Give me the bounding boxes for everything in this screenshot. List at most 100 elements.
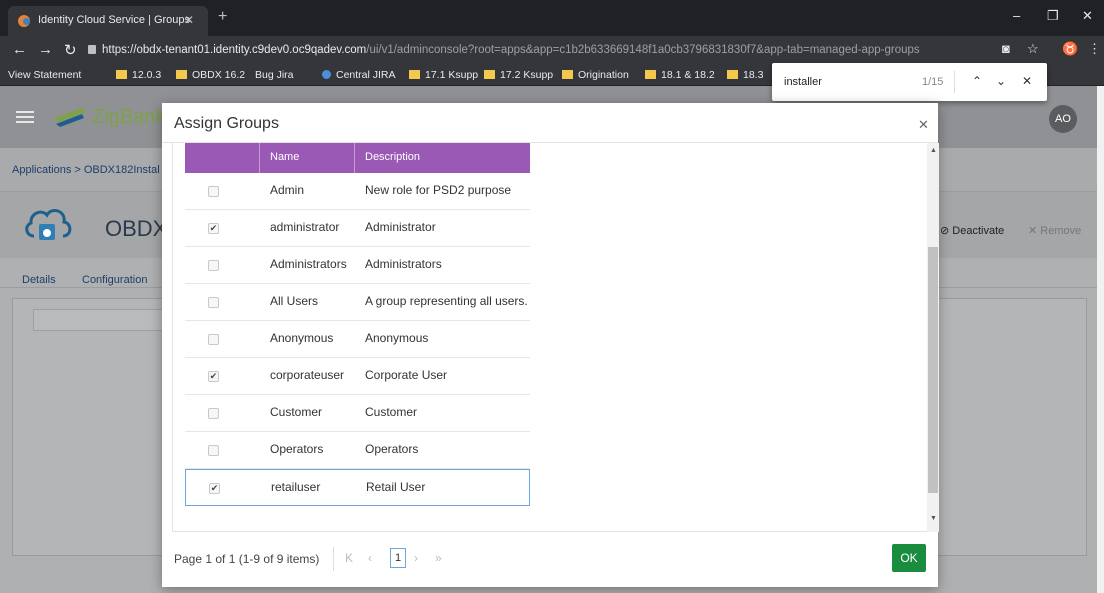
- incognito-icon[interactable]: ♉: [1062, 41, 1078, 57]
- dialog-header: Assign Groups ✕: [162, 103, 938, 143]
- table-row[interactable]: Admin New role for PSD2 purpose: [185, 173, 530, 210]
- table-row[interactable]: Operators Operators: [185, 432, 530, 469]
- chevron-up-icon[interactable]: ⌃: [972, 74, 982, 88]
- assign-groups-dialog: Assign Groups ✕ Name Description Admin Ne…: [162, 103, 939, 587]
- ok-button[interactable]: OK: [892, 544, 926, 572]
- remove-label: Remove: [1040, 225, 1082, 237]
- url-host: https://obdx-tenant01.identity.c9dev0.oc…: [102, 44, 367, 56]
- restore-icon[interactable]: ❐: [1047, 8, 1059, 24]
- back-icon[interactable]: ←: [12, 41, 27, 58]
- group-name: All Users: [270, 294, 319, 308]
- remove-button[interactable]: ✕ Remove: [1028, 224, 1081, 237]
- window-close-icon[interactable]: ✕: [1082, 8, 1093, 24]
- folder-icon: [116, 70, 127, 79]
- find-divider: [954, 71, 955, 93]
- chevron-down-icon[interactable]: ⌄: [996, 74, 1006, 88]
- table-row[interactable]: ✔ administrator Administrator: [185, 210, 530, 247]
- group-name: Anonymous: [270, 331, 334, 345]
- bookmark-item[interactable]: 17.2 Ksupp: [484, 69, 553, 81]
- row-checkbox[interactable]: ✔: [208, 371, 219, 382]
- group-description: Administrator: [365, 220, 436, 234]
- row-checkbox[interactable]: [208, 408, 219, 419]
- hamburger-menu-icon[interactable]: [16, 111, 34, 123]
- next-page-icon[interactable]: ›: [414, 551, 418, 565]
- menu-icon[interactable]: ⋮: [1088, 41, 1101, 57]
- bookmark-item[interactable]: View Statement: [8, 69, 81, 165]
- group-description: Corporate User: [365, 368, 448, 382]
- bookmark-item[interactable]: OBDX 16.2: [176, 69, 245, 81]
- column-header-name[interactable]: Name: [270, 151, 299, 163]
- brand-logo-icon: [54, 108, 86, 127]
- table-row[interactable]: Anonymous Anonymous: [185, 321, 530, 358]
- tab-details[interactable]: Details: [22, 274, 56, 286]
- lock-icon: [88, 45, 96, 54]
- deactivate-button[interactable]: ⊘ Deactivate: [940, 224, 1004, 237]
- group-name: Operators: [270, 442, 324, 456]
- dialog-scrollbar[interactable]: ▲ ▼: [927, 143, 939, 532]
- page-action-icon[interactable]: ◙: [1002, 41, 1010, 56]
- scroll-up-icon[interactable]: ▲: [930, 147, 937, 154]
- brand-logo-text: ZigBank: [92, 106, 166, 128]
- bookmark-item[interactable]: Central JIRA: [322, 69, 396, 81]
- row-checkbox[interactable]: [208, 297, 219, 308]
- table-row[interactable]: ✔ corporateuser Corporate User: [185, 358, 530, 395]
- minimize-icon[interactable]: –: [1013, 8, 1020, 23]
- scroll-down-icon[interactable]: ▼: [930, 515, 937, 522]
- bookmark-label: Central JIRA: [336, 69, 396, 81]
- browser-tab[interactable]: Identity Cloud Service | Groups ✕: [8, 6, 208, 36]
- deactivate-label: Deactivate: [952, 225, 1005, 237]
- folder-icon: [484, 70, 495, 79]
- table-row[interactable]: Customer Customer: [185, 395, 530, 432]
- column-header-description[interactable]: Description: [365, 151, 420, 163]
- tab-configuration[interactable]: Configuration: [82, 274, 147, 286]
- row-checkbox[interactable]: [208, 260, 219, 271]
- close-icon[interactable]: ✕: [918, 117, 929, 133]
- folder-icon: [562, 70, 573, 79]
- content-search-input[interactable]: [33, 309, 183, 331]
- close-tab-icon[interactable]: ✕: [184, 13, 194, 27]
- folder-icon: [645, 70, 656, 79]
- group-description: Customer: [365, 405, 418, 419]
- row-checkbox[interactable]: [208, 334, 219, 345]
- bookmark-item[interactable]: 12.0.3: [116, 69, 161, 81]
- address-bar: ← → ↻ https://obdx-tenant01.identity.c9d…: [0, 36, 1104, 64]
- last-page-icon[interactable]: »: [435, 551, 442, 565]
- row-checkbox[interactable]: ✔: [208, 223, 219, 234]
- group-description: Retail User: [366, 480, 426, 494]
- bookmark-star-icon[interactable]: ☆: [1027, 41, 1039, 57]
- bookmark-label: 12.0.3: [132, 69, 162, 81]
- table-row[interactable]: ✔ retailuser Retail User: [185, 469, 530, 506]
- reload-icon[interactable]: ↻: [64, 41, 77, 59]
- bookmark-item[interactable]: Bug Jira: [255, 69, 294, 165]
- new-tab-icon[interactable]: +: [218, 8, 227, 26]
- forward-icon[interactable]: →: [38, 41, 53, 58]
- row-checkbox[interactable]: ✔: [209, 483, 220, 494]
- first-page-icon[interactable]: K: [345, 551, 353, 565]
- group-name: Customer: [270, 405, 323, 419]
- group-description: Administrators: [365, 257, 442, 271]
- column-divider: [259, 143, 260, 173]
- row-checkbox[interactable]: [208, 186, 219, 197]
- bookmark-item[interactable]: 17.1 Ksupp: [409, 69, 478, 81]
- url-field[interactable]: https://obdx-tenant01.identity.c9dev0.oc…: [88, 40, 988, 60]
- avatar[interactable]: AO: [1049, 105, 1077, 133]
- table-row[interactable]: All Users A group representing all users.: [185, 284, 530, 321]
- row-checkbox[interactable]: [208, 445, 219, 456]
- cloud-app-icon: [25, 209, 72, 240]
- current-page[interactable]: 1: [390, 548, 406, 568]
- column-divider: [354, 143, 355, 173]
- table-header: Name Description: [185, 143, 530, 173]
- group-description: Operators: [365, 442, 419, 456]
- prev-page-icon[interactable]: ‹: [368, 551, 372, 565]
- table-row[interactable]: Administrators Administrators: [185, 247, 530, 284]
- bookmark-item[interactable]: 18.3: [727, 69, 763, 81]
- scrollbar-thumb[interactable]: [928, 247, 938, 493]
- dialog-body: Name Description Admin New role for PSD2 …: [172, 143, 939, 532]
- bookmark-item[interactable]: Origination: [562, 69, 629, 81]
- close-find-icon[interactable]: ✕: [1022, 74, 1032, 88]
- pager-divider: [333, 547, 334, 571]
- page-scrollbar[interactable]: [1097, 86, 1104, 593]
- find-input[interactable]: installer: [784, 76, 822, 88]
- bookmark-item[interactable]: 18.1 & 18.2: [645, 69, 715, 81]
- breadcrumb[interactable]: Applications > OBDX182Instal: [12, 164, 160, 176]
